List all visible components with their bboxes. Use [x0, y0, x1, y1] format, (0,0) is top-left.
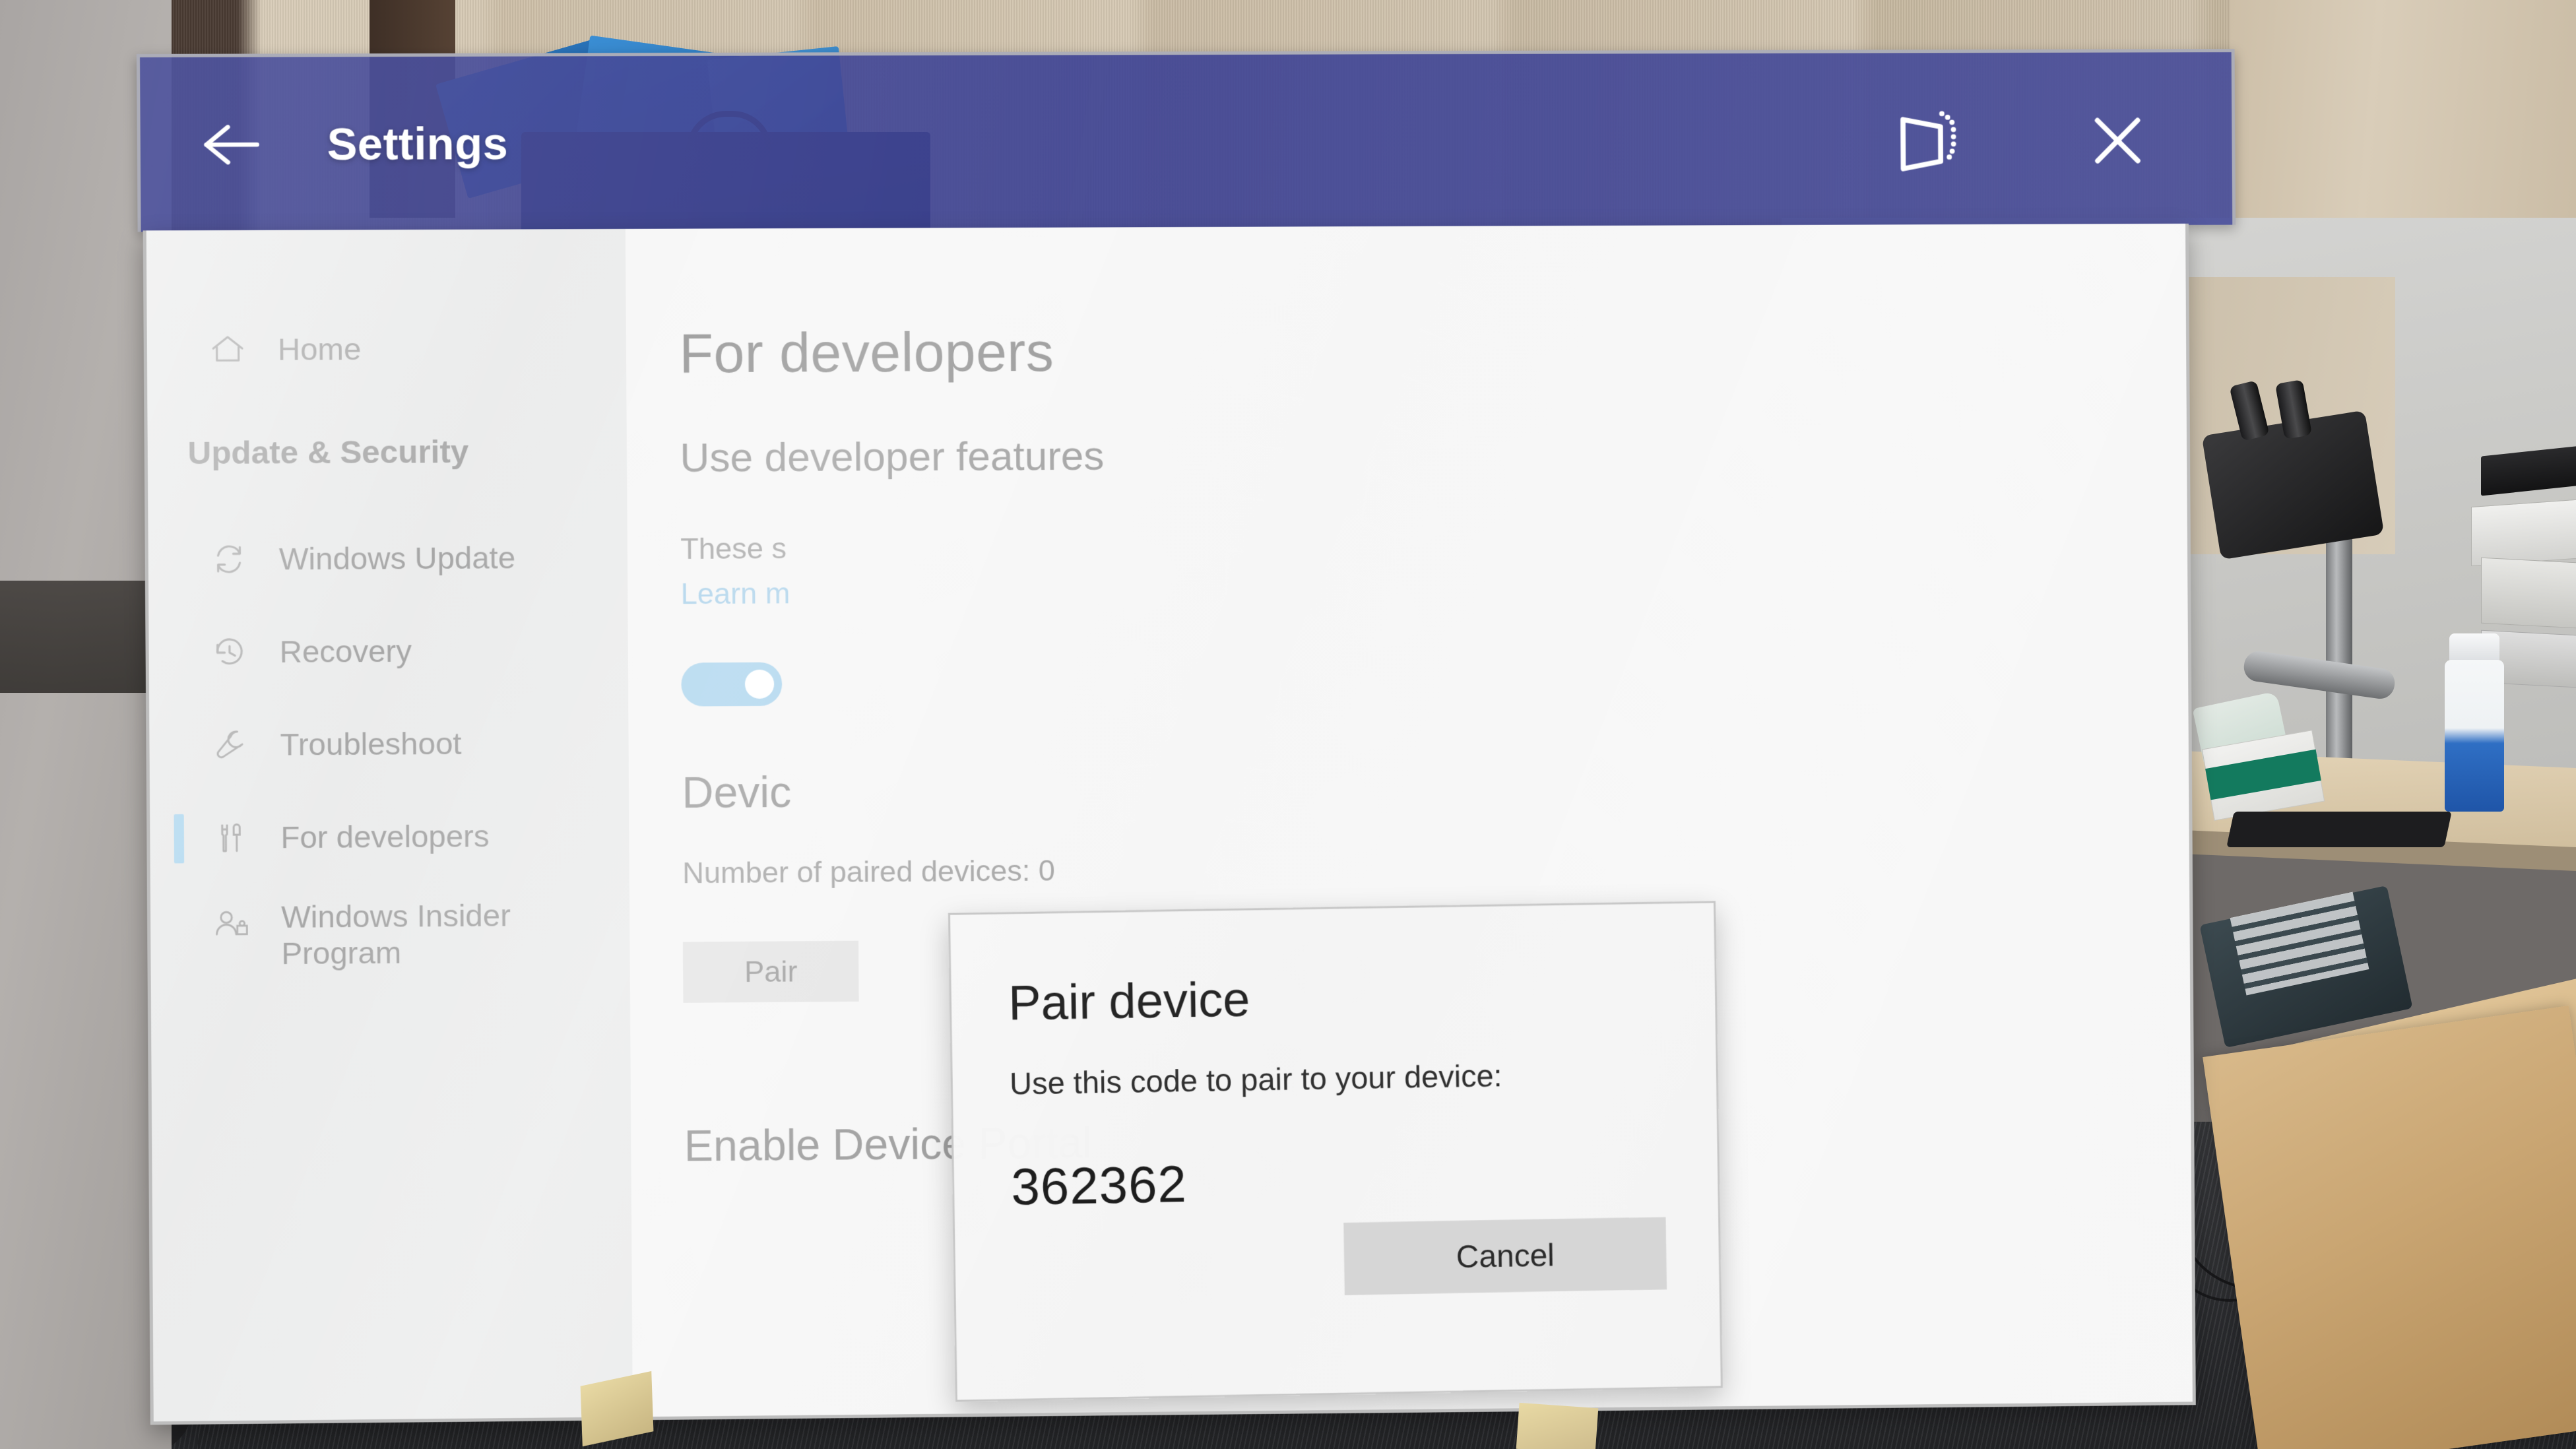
dialog-subtitle: Use this code to pair to your device: [1009, 1058, 1502, 1101]
page-title: For developers [679, 320, 1054, 385]
settings-window-body: Home Update & Security Windows Update Re… [143, 223, 2196, 1425]
sidebar-item-windows-update[interactable]: Windows Update [148, 511, 628, 606]
back-arrow-icon [199, 119, 263, 170]
developer-mode-toggle[interactable] [681, 662, 783, 707]
sidebar-item-troubleshoot[interactable]: Troubleshoot [149, 696, 629, 792]
sync-icon [203, 533, 255, 585]
cardboard-box [2203, 1006, 2576, 1449]
titlebar-actions [1888, 103, 2154, 176]
developer-features-description: These s [680, 531, 787, 566]
settings-app-window: Settings Home Update & Security Windows … [136, 49, 2243, 1434]
wrench-icon [204, 719, 256, 771]
floor-paper-scrap-2 [1516, 1402, 1599, 1449]
toggle-knob [744, 669, 775, 699]
sidebar-item-label: Home [277, 331, 362, 367]
dialog-title: Pair device [1008, 971, 1251, 1031]
pair-button[interactable]: Pair [682, 940, 859, 1003]
sidebar-item-label: Windows Update [278, 540, 516, 577]
section-device-discovery: Devic [682, 767, 792, 818]
history-icon [203, 626, 255, 678]
sidebar-item-label: Troubleshoot [280, 725, 462, 762]
window-titlebar: Settings [136, 49, 2236, 232]
settings-sidebar: Home Update & Security Windows Update Re… [146, 228, 633, 1422]
sidebar-category-header: Update & Security [187, 434, 469, 472]
tools-icon [205, 812, 257, 864]
cancel-button[interactable]: Cancel [1343, 1217, 1667, 1295]
sidebar-item-label: Recovery [279, 633, 412, 670]
spray-bottle [2445, 660, 2504, 812]
pair-device-dialog: Pair device Use this code to pair to you… [948, 901, 1723, 1402]
sidebar-item-recovery[interactable]: Recovery [148, 604, 628, 699]
sidebar-item-windows-insider-program[interactable]: Windows Insider Program [150, 882, 630, 1008]
window-title: Settings [327, 118, 509, 170]
sidebar-item-label: Windows Insider Program [280, 897, 511, 971]
section-use-developer-features: Use developer features [680, 433, 1105, 481]
paired-devices-count: Number of paired devices: 0 [682, 853, 1056, 890]
learn-more-link[interactable]: Learn m [680, 569, 2187, 611]
sidebar-item-for-developers[interactable]: For developers [150, 789, 629, 884]
lab-equipment-1 [2481, 557, 2576, 631]
follow-me-icon[interactable] [1888, 103, 1961, 176]
person-badge-icon [205, 899, 257, 951]
close-icon[interactable] [2082, 103, 2154, 176]
pairing-code: 362362 [1010, 1155, 1188, 1216]
back-button[interactable] [180, 94, 280, 194]
sidebar-item-home[interactable]: Home [146, 302, 626, 397]
microscope-base [2226, 812, 2452, 847]
lab-equipment-3 [2471, 496, 2576, 567]
sidebar-item-label: For developers [280, 818, 490, 855]
home-icon [201, 324, 253, 376]
